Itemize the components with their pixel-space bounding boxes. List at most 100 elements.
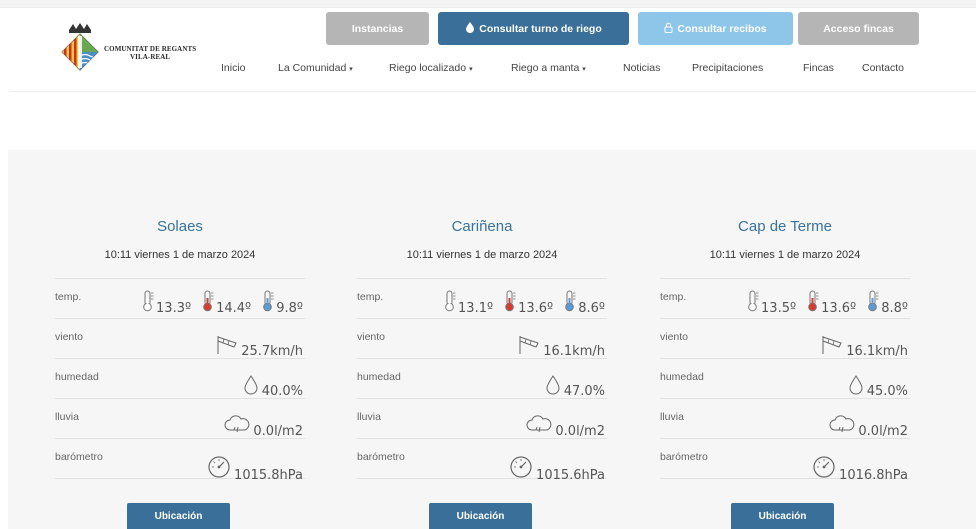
ubicacion-button-carinena[interactable]: Ubicación [429,503,532,529]
thermometer-cold-icon [563,290,578,316]
rain-row: lluvia 0.0l/m2 [55,399,305,439]
temp-label: temp. [660,291,687,303]
humidity-label: humedad [660,371,704,383]
rain-label: lluvia [55,411,79,423]
barometer-icon [207,455,234,483]
windsock-icon [216,335,241,359]
nav-item-riego-a-manta[interactable]: Riego a manta ▾ [511,62,586,76]
consultar-turno-label: Consultar turno de riego [479,22,602,35]
consultar-recibos-button[interactable]: Consultar recibos [638,12,793,45]
temp-max: 14.4º [201,290,251,316]
humidity-row: humedad 40.0% [55,359,305,399]
pressure-value: 1015.6hPa [536,468,605,483]
thermometer-icon [443,290,458,316]
ubicacion-label: Ubicación [758,510,807,522]
nav-label: La Comunidad [278,62,347,74]
temp-max-value: 14.4º [216,301,252,316]
station-card-solaes: Solaes 10:11 viernes 1 de marzo 2024 tem… [55,218,305,483]
droplet-icon [545,375,564,399]
nav-label: Inicio [221,62,246,74]
thermometer-hot-icon [503,290,518,316]
thermometer-cold-icon [866,290,881,316]
ubicacion-button-solaes[interactable]: Ubicación [127,503,230,529]
temp-label: temp. [55,291,82,303]
wind-row: viento 16.1km/h [660,319,910,359]
nav-item-fincas[interactable]: Fincas [803,62,834,76]
wind-row: viento 16.1km/h [357,319,607,359]
droplet-icon [848,375,867,399]
temp-min: 8.6º [563,290,605,316]
rain-cloud-icon [829,415,858,439]
pressure-row: barómetro 1015.6hPa [357,439,607,483]
nav-item-precipitaciones[interactable]: Precipitaciones [692,62,763,76]
top-strip [0,0,976,8]
consultar-recibos-label: Consultar recibos [677,22,767,35]
temp-min-value: 8.6º [578,301,605,316]
temp-row: temp. 13.3º 14.4º 9.8º [55,279,305,319]
temp-min: 9.8º [261,290,303,316]
ubicacion-button-cap-de-terme[interactable]: Ubicación [731,503,834,529]
temp-max: 13.6º [806,290,856,316]
nav-item-inicio[interactable]: Inicio [221,62,246,76]
thermometer-icon [141,290,156,316]
temp-max: 13.6º [503,290,553,316]
thermometer-hot-icon [201,290,216,316]
nav-label: Fincas [803,62,834,74]
temp-min-value: 9.8º [276,301,303,316]
pressure-value: 1015.8hPa [234,468,303,483]
windsock-icon [518,335,543,359]
temp-row: temp. 13.1º 13.6º 8.6º [357,279,607,319]
pressure-label: barómetro [357,451,405,463]
water-drop-icon [465,21,475,36]
nav-item-la-comunidad[interactable]: La Comunidad ▾ [278,62,353,76]
wind-label: viento [55,331,84,343]
thermometer-hot-icon [806,290,821,316]
header-divider [10,91,976,92]
station-card-cap-de-terme: Cap de Terme 10:11 viernes 1 de marzo 20… [660,218,910,483]
pressure-label: barómetro [55,451,103,463]
wind-label: viento [357,331,386,343]
acceso-fincas-button[interactable]: Acceso fincas [798,12,919,45]
temp-current: 13.3º [141,290,191,316]
ubicacion-label: Ubicación [154,510,203,522]
nav-item-contacto[interactable]: Contacto [862,62,904,76]
humidity-row: humedad 47.0% [357,359,607,399]
temp-current: 13.5º [746,290,796,316]
rain-value: 0.0l/m2 [858,424,908,439]
temp-min-value: 8.8º [881,301,908,316]
caret-down-icon: ▾ [469,66,473,73]
barometer-icon [812,455,839,483]
station-title: Solaes [157,218,203,235]
station-title: Cap de Terme [738,218,832,235]
nav-label: Noticias [623,62,661,74]
logo-emblem-icon [61,23,99,71]
wind-value: 25.7km/h [241,344,303,359]
instancias-label: Instancias [351,22,404,35]
droplet-icon [243,375,262,399]
thermometer-icon [746,290,761,316]
instancias-button[interactable]: Instancias [326,12,429,45]
station-datetime: 10:11 viernes 1 de marzo 2024 [406,249,558,261]
humidity-label: humedad [55,371,99,383]
rain-row: lluvia 0.0l/m2 [357,399,607,439]
caret-down-icon: ▾ [349,66,353,73]
logo-text-line1: COMUNITAT DE REGANTS [104,45,197,53]
humidity-label: humedad [357,371,401,383]
consultar-turno-button[interactable]: Consultar turno de riego [438,12,629,45]
logo-text-line2: VILA-REAL [130,53,171,61]
pressure-row: barómetro 1016.8hPa [660,439,910,483]
nav-item-riego-localizado[interactable]: Riego localizado ▾ [389,62,473,76]
temp-max-value: 13.6º [821,301,857,316]
barometer-icon [509,455,536,483]
temp-current-value: 13.5º [761,301,797,316]
temp-current-value: 13.1º [458,301,494,316]
nav-item-noticias[interactable]: Noticias [623,62,660,76]
nav-label: Riego a manta [511,62,580,74]
wind-value: 16.1km/h [543,344,605,359]
nav-label: Precipitaciones [692,62,764,74]
rain-value: 0.0l/m2 [253,424,303,439]
pressure-row: barómetro 1015.8hPa [55,439,305,483]
lock-icon [664,22,673,36]
temp-current-value: 13.3º [156,301,192,316]
temp-current: 13.1º [443,290,493,316]
